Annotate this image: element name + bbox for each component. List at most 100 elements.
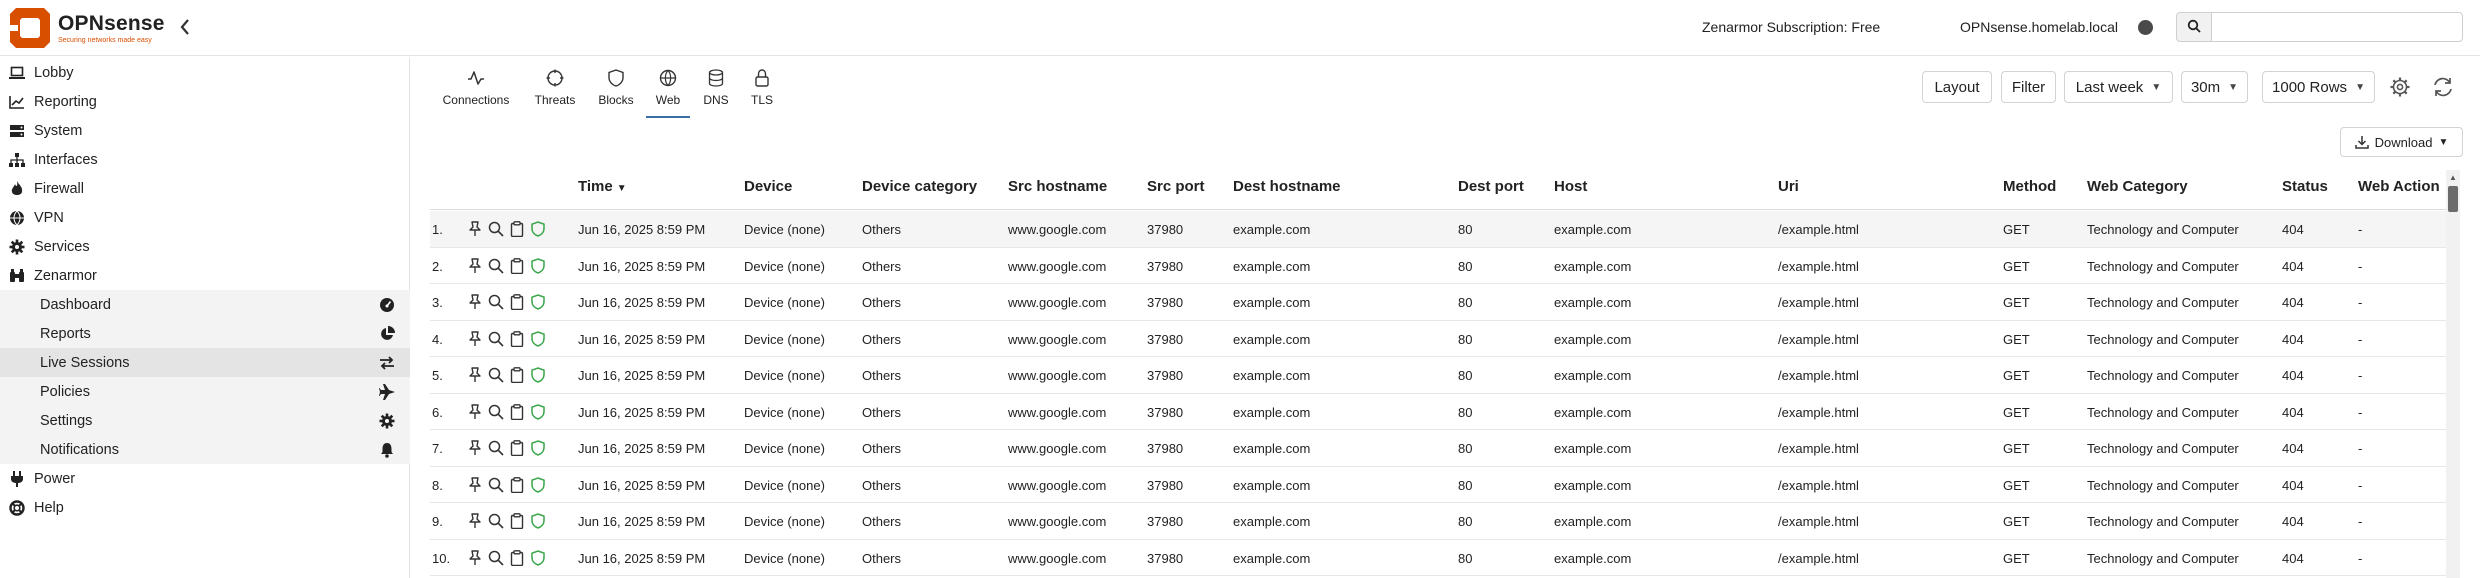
sidebar-item-lobby[interactable]: Lobby	[0, 58, 410, 87]
column-header-src-hostname[interactable]: Src hostname	[1008, 178, 1107, 195]
pin-icon[interactable]	[466, 220, 484, 238]
magnifier-icon[interactable]	[487, 403, 505, 421]
magnifier-icon[interactable]	[487, 257, 505, 275]
shield-check-icon[interactable]	[529, 220, 547, 238]
pin-icon[interactable]	[466, 403, 484, 421]
column-header-device[interactable]: Device	[744, 178, 792, 195]
column-header-src-port[interactable]: Src port	[1147, 178, 1205, 195]
clipboard-icon[interactable]	[508, 439, 526, 457]
sidebar-subitem-live-sessions[interactable]: Live Sessions	[0, 348, 410, 377]
clipboard-icon[interactable]	[508, 293, 526, 311]
column-header-method[interactable]: Method	[2003, 178, 2056, 195]
magnifier-icon[interactable]	[487, 293, 505, 311]
clipboard-icon[interactable]	[508, 257, 526, 275]
pin-icon[interactable]	[466, 549, 484, 567]
pin-icon[interactable]	[466, 439, 484, 457]
pin-icon[interactable]	[466, 330, 484, 348]
table-row[interactable]: 2. Jun 16, 2025 8:59 PM Device (none) Other…	[430, 248, 2446, 284]
table-row[interactable]: 10. Jun 16, 2025 8:59 PM Device (none) Othe…	[430, 540, 2446, 576]
table-row[interactable]: 8. Jun 16, 2025 8:59 PM Device (none) Other…	[430, 467, 2446, 503]
download-button[interactable]: Download ▼	[2340, 127, 2463, 157]
collapse-sidebar-chevron-icon[interactable]	[178, 16, 198, 40]
sidebar-item-reporting[interactable]: Reporting	[0, 87, 410, 116]
sidebar-item-services[interactable]: Services	[0, 232, 410, 261]
table-row[interactable]: 1. Jun 16, 2025 8:59 PM Device (none) Other…	[430, 211, 2446, 248]
magnifier-icon[interactable]	[487, 476, 505, 494]
pin-icon[interactable]	[466, 366, 484, 384]
layout-button[interactable]: Layout	[1922, 71, 1992, 103]
sidebar-item-firewall[interactable]: Firewall	[0, 174, 410, 203]
magnifier-icon[interactable]	[487, 366, 505, 384]
table-row[interactable]: 7. Jun 16, 2025 8:59 PM Device (none) Other…	[430, 430, 2446, 467]
pin-icon[interactable]	[466, 293, 484, 311]
column-header-status[interactable]: Status	[2282, 178, 2328, 195]
table-row[interactable]: 5. Jun 16, 2025 8:59 PM Device (none) Other…	[430, 357, 2446, 394]
column-header-host[interactable]: Host	[1554, 178, 1587, 195]
clipboard-icon[interactable]	[508, 330, 526, 348]
magnifier-icon[interactable]	[487, 512, 505, 530]
shield-check-icon[interactable]	[529, 403, 547, 421]
shield-check-icon[interactable]	[529, 257, 547, 275]
tab-connections[interactable]: Connections	[442, 64, 510, 118]
sidebar-subitem-reports[interactable]: Reports	[0, 319, 410, 348]
search-input[interactable]	[2211, 12, 2463, 42]
tab-blocks[interactable]: Blocks	[595, 64, 637, 118]
rows-dropdown[interactable]: 1000 Rows ▼	[2262, 71, 2375, 103]
table-scrollbar[interactable]	[2446, 170, 2460, 578]
scrollbar-thumb[interactable]	[2448, 186, 2458, 212]
column-header-dest-hostname[interactable]: Dest hostname	[1233, 178, 1341, 195]
scroll-up-arrow-icon[interactable]: ▲	[2449, 173, 2457, 182]
magnifier-icon[interactable]	[487, 549, 505, 567]
sidebar-item-power[interactable]: Power	[0, 464, 410, 493]
tab-web[interactable]: Web	[646, 64, 690, 118]
table-row[interactable]: 6. Jun 16, 2025 8:59 PM Device (none) Other…	[430, 394, 2446, 430]
table-row[interactable]: 4. Jun 16, 2025 8:59 PM Device (none) Other…	[430, 321, 2446, 357]
clipboard-icon[interactable]	[508, 476, 526, 494]
sidebar-item-zenarmor[interactable]: Zenarmor	[0, 261, 410, 290]
opnsense-logo[interactable]: OPNsense Securing networks made easy	[8, 6, 168, 50]
table-row[interactable]: 9. Jun 16, 2025 8:59 PM Device (none) Other…	[430, 503, 2446, 540]
column-header-dest-port[interactable]: Dest port	[1458, 178, 1524, 195]
shield-check-icon[interactable]	[529, 293, 547, 311]
sidebar-subitem-settings[interactable]: Settings	[0, 406, 410, 435]
sidebar-item-vpn[interactable]: VPN	[0, 203, 410, 232]
search-button[interactable]	[2176, 12, 2212, 42]
clipboard-icon[interactable]	[508, 220, 526, 238]
clipboard-icon[interactable]	[508, 403, 526, 421]
sidebar-item-help[interactable]: Help	[0, 493, 410, 522]
sidebar-subitem-notifications[interactable]: Notifications	[0, 435, 410, 464]
time-range-dropdown[interactable]: Last week ▼	[2064, 71, 2173, 103]
column-header-time[interactable]: Time ▼	[578, 178, 627, 195]
tab-dns[interactable]: DNS	[700, 64, 732, 118]
column-header-web-action[interactable]: Web Action	[2358, 178, 2440, 195]
sidebar-subitem-policies[interactable]: Policies	[0, 377, 410, 406]
shield-check-icon[interactable]	[529, 439, 547, 457]
pin-icon[interactable]	[466, 476, 484, 494]
shield-check-icon[interactable]	[529, 512, 547, 530]
shield-check-icon[interactable]	[529, 366, 547, 384]
filter-button[interactable]: Filter	[2001, 71, 2056, 103]
interval-dropdown[interactable]: 30m ▼	[2181, 71, 2248, 103]
refresh-icon[interactable]	[2428, 72, 2458, 102]
column-header-web-category[interactable]: Web Category	[2087, 178, 2188, 195]
tab-threats[interactable]: Threats	[532, 64, 578, 118]
shield-check-icon[interactable]	[529, 476, 547, 494]
sidebar-item-system[interactable]: System	[0, 116, 410, 145]
shield-check-icon[interactable]	[529, 330, 547, 348]
clipboard-icon[interactable]	[508, 512, 526, 530]
clipboard-icon[interactable]	[508, 549, 526, 567]
shield-check-icon[interactable]	[529, 549, 547, 567]
sidebar-subitem-dashboard[interactable]: Dashboard	[0, 290, 410, 319]
tab-tls[interactable]: TLS	[746, 64, 778, 118]
pin-icon[interactable]	[466, 257, 484, 275]
table-row[interactable]: 3. Jun 16, 2025 8:59 PM Device (none) Other…	[430, 284, 2446, 321]
magnifier-icon[interactable]	[487, 330, 505, 348]
magnifier-icon[interactable]	[487, 439, 505, 457]
magnifier-icon[interactable]	[487, 220, 505, 238]
column-header-device-category[interactable]: Device category	[862, 178, 977, 195]
sidebar-item-interfaces[interactable]: Interfaces	[0, 145, 410, 174]
clipboard-icon[interactable]	[508, 366, 526, 384]
column-header-uri[interactable]: Uri	[1778, 178, 1799, 195]
pin-icon[interactable]	[466, 512, 484, 530]
settings-icon[interactable]	[2385, 72, 2415, 102]
